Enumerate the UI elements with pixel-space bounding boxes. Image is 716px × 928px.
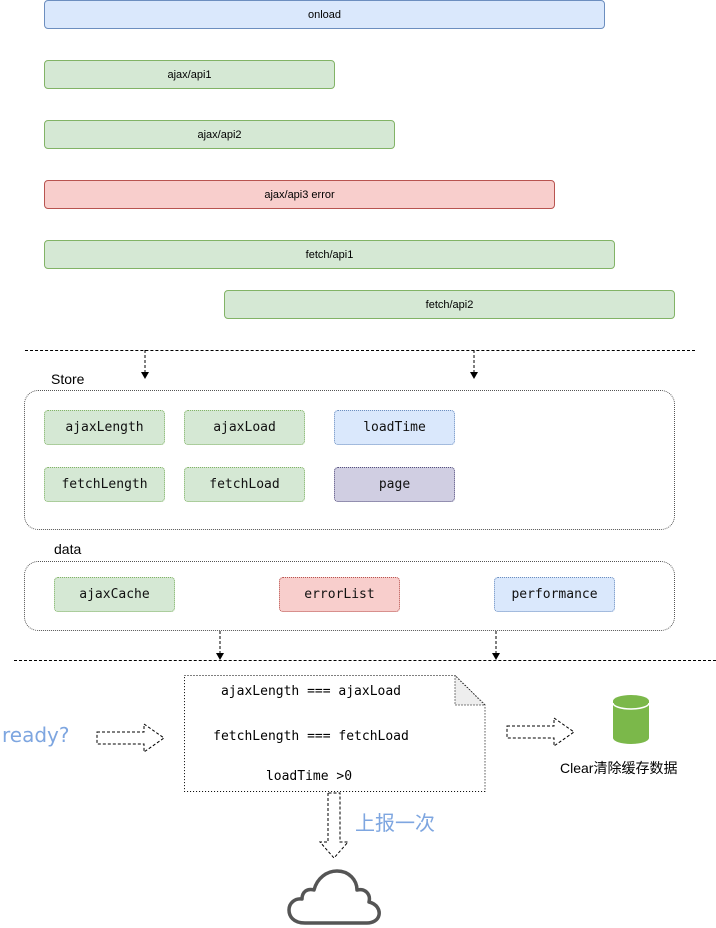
- store-item-page: page: [334, 467, 455, 502]
- divider-data-check: [14, 660, 716, 661]
- arrow-down-icon: [470, 350, 478, 379]
- arrow-right-icon: [506, 717, 575, 747]
- data-item-performance: performance: [494, 577, 615, 612]
- store-item-load-time: loadTime: [334, 410, 455, 445]
- arrow-down-icon: [318, 792, 350, 859]
- condition-load-time: loadTime >0: [265, 769, 353, 784]
- bar-label: onload: [307, 8, 342, 21]
- bar-label: ajax/api3 error: [264, 188, 335, 201]
- cloud-icon: [287, 869, 381, 925]
- data-item-error-list: errorList: [279, 577, 400, 612]
- timeline-bar-fetch-api2: fetch/api2: [224, 290, 675, 319]
- timeline-bar-ajax-api3-error: ajax/api3 error: [44, 180, 555, 209]
- store-item-fetch-load: fetchLoad: [184, 467, 305, 502]
- arrow-down-icon: [216, 631, 224, 660]
- bar-label: ajax/api1: [167, 68, 212, 81]
- data-item-ajax-cache: ajaxCache: [54, 577, 175, 612]
- store-item-fetch-length: fetchLength: [44, 467, 165, 502]
- timeline-bar-ajax-api2: ajax/api2: [44, 120, 395, 149]
- data-title: data: [54, 541, 82, 557]
- store-title: Store: [51, 371, 85, 387]
- timeline-bar-onload: onload: [44, 0, 605, 29]
- condition-ajax: ajaxLength === ajaxLoad: [220, 684, 401, 699]
- database-icon: [612, 695, 650, 744]
- condition-fetch: fetchLength === fetchLoad: [213, 729, 409, 744]
- timeline-bar-ajax-api1: ajax/api1: [44, 60, 335, 89]
- timeline-bar-fetch-api1: fetch/api1: [44, 240, 615, 269]
- divider-timeline-store: [25, 350, 695, 351]
- bar-label: fetch/api1: [305, 248, 354, 261]
- arrow-down-icon: [141, 350, 149, 379]
- arrow-right-icon: [96, 723, 165, 753]
- arrow-down-icon: [492, 631, 500, 660]
- clear-label: Clear清除缓存数据: [560, 760, 678, 776]
- report-once-label: 上报一次: [355, 811, 435, 835]
- bar-label: ajax/api2: [197, 128, 242, 141]
- bar-label: fetch/api2: [425, 298, 474, 311]
- ready-question: ready?: [2, 723, 70, 747]
- store-item-ajax-length: ajaxLength: [44, 410, 165, 445]
- store-item-ajax-load: ajaxLoad: [184, 410, 305, 445]
